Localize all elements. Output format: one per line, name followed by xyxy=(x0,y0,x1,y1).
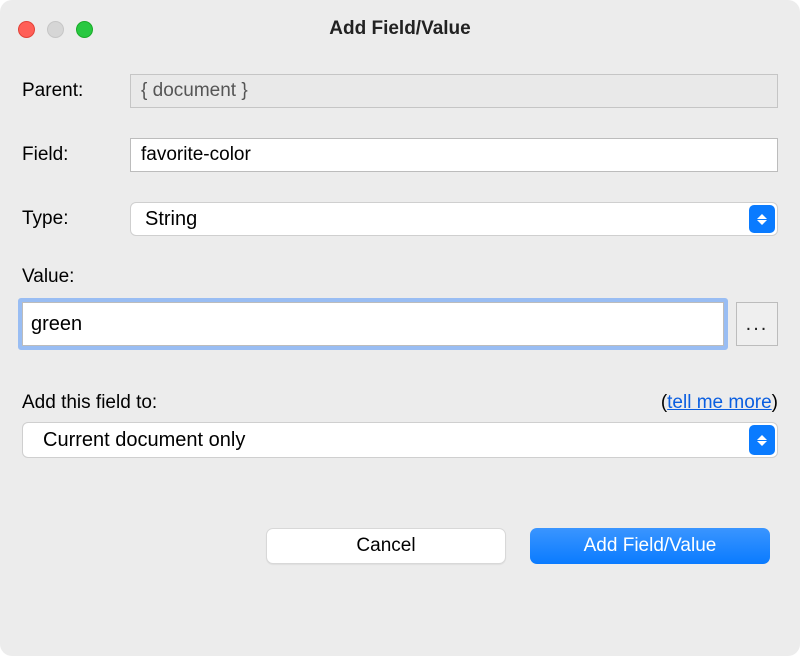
close-window-button[interactable] xyxy=(18,21,35,38)
cancel-button-label: Cancel xyxy=(356,535,415,557)
add-field-value-button-label: Add Field/Value xyxy=(584,535,717,557)
parent-input xyxy=(130,74,778,108)
field-row: Field: xyxy=(22,138,778,172)
window-title: Add Field/Value xyxy=(0,18,800,40)
ellipsis-icon: ... xyxy=(746,313,769,336)
parent-field-wrap xyxy=(130,74,778,108)
type-select-value: String xyxy=(145,208,197,231)
hint-wrap: (tell me more) xyxy=(661,392,778,414)
window-controls xyxy=(18,21,93,38)
hint-close: ) xyxy=(772,392,778,413)
dialog-window: Add Field/Value Parent: Field: Type: Str… xyxy=(0,0,800,656)
cancel-button[interactable]: Cancel xyxy=(266,528,506,564)
type-row: Type: String xyxy=(22,202,778,236)
value-input-wrap xyxy=(22,302,724,346)
value-row: ... xyxy=(22,302,778,346)
dialog-content: Parent: Field: Type: String Value: xyxy=(0,58,800,656)
value-label: Value: xyxy=(22,266,778,288)
value-label-row: Value: xyxy=(22,266,778,288)
minimize-window-button[interactable] xyxy=(47,21,64,38)
add-to-select[interactable]: Current document only xyxy=(22,422,778,458)
field-label: Field: xyxy=(22,144,130,166)
value-input[interactable] xyxy=(22,302,724,346)
titlebar: Add Field/Value xyxy=(0,0,800,58)
field-input-wrap xyxy=(130,138,778,172)
add-field-value-button[interactable]: Add Field/Value xyxy=(530,528,770,564)
chevron-up-down-icon xyxy=(749,425,775,455)
value-browse-button[interactable]: ... xyxy=(736,302,778,346)
field-name-input[interactable] xyxy=(130,138,778,172)
add-to-header-row: Add this field to: (tell me more) xyxy=(22,392,778,414)
maximize-window-button[interactable] xyxy=(76,21,93,38)
parent-label: Parent: xyxy=(22,80,130,102)
dialog-buttons: Cancel Add Field/Value xyxy=(22,528,778,564)
add-to-label: Add this field to: xyxy=(22,392,157,414)
tell-me-more-link[interactable]: tell me more xyxy=(667,392,772,413)
add-to-select-value: Current document only xyxy=(43,429,245,452)
type-label: Type: xyxy=(22,208,130,230)
type-select[interactable]: String xyxy=(130,202,778,236)
chevron-up-down-icon xyxy=(749,205,775,233)
parent-row: Parent: xyxy=(22,74,778,108)
